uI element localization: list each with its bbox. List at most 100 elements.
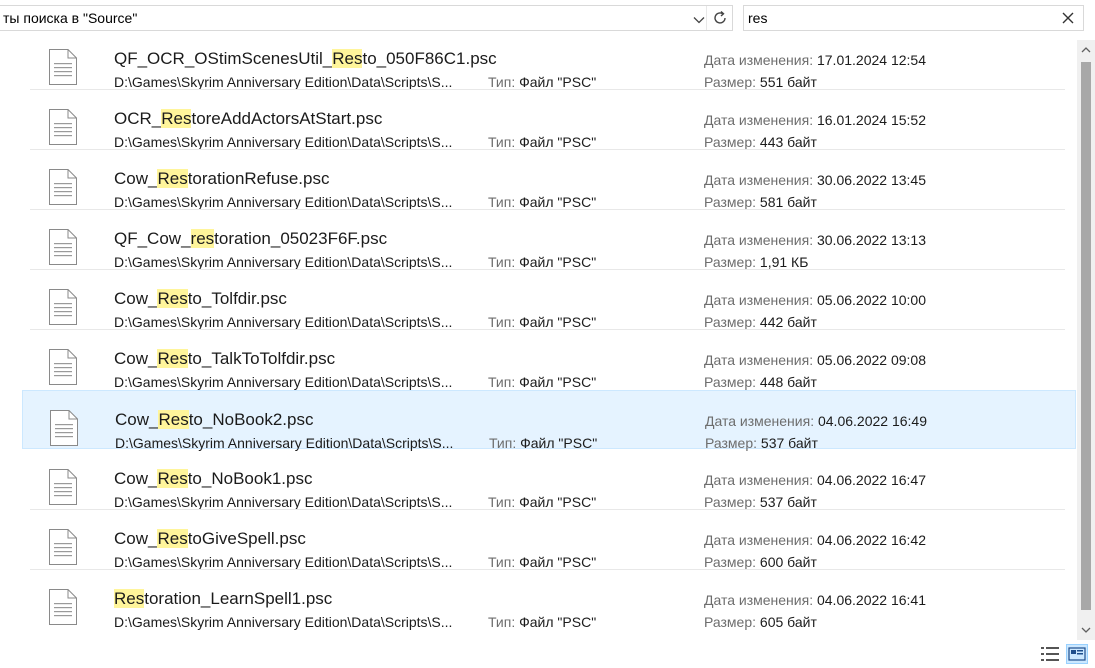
close-icon[interactable] — [1061, 11, 1075, 25]
file-name[interactable]: Cow_Resto_NoBook2.psc — [115, 410, 313, 430]
date-value: 05.06.2022 10:00 — [816, 292, 926, 308]
file-name-suffix: to_NoBook1.psc — [187, 469, 313, 488]
file-date: Дата изменения: 16.01.2024 15:52 — [704, 112, 926, 128]
date-value: 30.06.2022 13:13 — [816, 232, 926, 248]
search-input[interactable] — [748, 8, 1048, 28]
file-row[interactable]: Cow_Resto_NoBook2.psc D:\Games\Skyrim Ann… — [22, 390, 1076, 451]
date-label: Дата изменения: — [704, 52, 814, 68]
type-label: Тип: — [488, 554, 516, 570]
details-view-icon[interactable] — [1040, 645, 1060, 663]
document-icon — [50, 410, 78, 446]
file-name[interactable]: Cow_Resto_NoBook1.psc — [114, 469, 312, 489]
file-name[interactable]: Cow_RestoGiveSpell.psc — [114, 529, 306, 549]
file-name[interactable]: Cow_Resto_Tolfdir.psc — [114, 289, 287, 309]
search-box[interactable] — [743, 5, 1084, 31]
type-value: Файл "PSC" — [520, 435, 598, 451]
date-label: Дата изменения: — [705, 413, 815, 429]
tiles-view-button[interactable] — [1066, 644, 1088, 664]
type-label: Тип: — [488, 74, 516, 90]
file-row[interactable]: QF_OCR_OStimScenesUtil_Resto_050F86C1.ps… — [22, 40, 1076, 90]
search-match-highlight: Res — [157, 529, 188, 548]
file-name[interactable]: Cow_RestorationRefuse.psc — [114, 169, 329, 189]
size-label: Размер: — [704, 314, 757, 330]
file-name[interactable]: QF_Cow_restoration_05023F6F.psc — [114, 229, 387, 249]
type-value: Файл "PSC" — [519, 134, 597, 150]
file-path: D:\Games\Skyrim Anniversary Edition\Data… — [114, 134, 453, 150]
type-label: Тип: — [488, 374, 516, 390]
document-icon — [49, 589, 77, 625]
type-value: Файл "PSC" — [519, 554, 597, 570]
search-match-highlight: Res — [157, 469, 188, 488]
file-path: D:\Games\Skyrim Anniversary Edition\Data… — [114, 554, 453, 570]
file-name-prefix: Cow_ — [114, 289, 158, 308]
file-size: Размер: 537 байт — [704, 494, 817, 510]
file-type: Тип: Файл "PSC" — [488, 554, 596, 570]
document-icon — [49, 169, 77, 205]
date-label: Дата изменения: — [704, 172, 814, 188]
document-icon — [49, 289, 77, 325]
scroll-up-button[interactable] — [1077, 40, 1095, 60]
size-label: Размер: — [704, 134, 757, 150]
file-row[interactable]: QF_Cow_restoration_05023F6F.psc D:\Games\… — [22, 210, 1076, 270]
size-label: Размер: — [704, 494, 757, 510]
file-name[interactable]: Cow_Resto_TalkToTolfdir.psc — [114, 349, 335, 369]
chevron-down-icon — [1081, 627, 1091, 633]
size-value: 448 байт — [759, 374, 817, 390]
size-label: Размер: — [705, 435, 758, 451]
search-match-highlight: Res — [158, 410, 189, 429]
vertical-scrollbar[interactable] — [1077, 40, 1095, 640]
type-value: Файл "PSC" — [519, 494, 597, 510]
file-type: Тип: Файл "PSC" — [488, 254, 596, 270]
file-name-suffix: toGiveSpell.psc — [187, 529, 306, 548]
file-row[interactable]: Cow_RestoGiveSpell.psc D:\Games\Skyrim An… — [22, 510, 1076, 570]
date-value: 30.06.2022 13:45 — [816, 172, 926, 188]
file-size: Размер: 537 байт — [705, 435, 818, 451]
search-match-highlight: res — [190, 229, 215, 248]
address-bar[interactable]: ты поиска в "Source" — [0, 5, 733, 31]
file-size: Размер: 443 байт — [704, 134, 817, 150]
refresh-icon — [714, 10, 726, 24]
size-label: Размер: — [704, 374, 757, 390]
scroll-down-button[interactable] — [1077, 620, 1095, 640]
document-icon — [49, 49, 77, 85]
file-path: D:\Games\Skyrim Anniversary Edition\Data… — [114, 374, 453, 390]
date-value: 04.06.2022 16:42 — [816, 532, 926, 548]
file-name-suffix: to_NoBook2.psc — [188, 410, 314, 429]
file-row[interactable]: Cow_Resto_Tolfdir.psc D:\Games\Skyrim Ann… — [22, 270, 1076, 330]
file-name-prefix: Cow_ — [114, 469, 158, 488]
file-type: Тип: Файл "PSC" — [488, 614, 596, 630]
date-label: Дата изменения: — [704, 472, 814, 488]
file-name-prefix: Cow_ — [115, 410, 159, 429]
file-path: D:\Games\Skyrim Anniversary Edition\Data… — [114, 314, 453, 330]
file-date: Дата изменения: 05.06.2022 10:00 — [704, 292, 926, 308]
file-name[interactable]: Restoration_LearnSpell1.psc — [114, 589, 332, 609]
file-row[interactable]: Cow_Resto_TalkToTolfdir.psc D:\Games\Skyr… — [22, 330, 1076, 390]
date-label: Дата изменения: — [704, 592, 814, 608]
size-label: Размер: — [704, 194, 757, 210]
size-value: 442 байт — [759, 314, 817, 330]
type-value: Файл "PSC" — [519, 74, 597, 90]
date-label: Дата изменения: — [704, 292, 814, 308]
file-name[interactable]: QF_OCR_OStimScenesUtil_Resto_050F86C1.ps… — [114, 49, 497, 69]
chevron-down-icon[interactable] — [693, 14, 705, 26]
file-row[interactable]: OCR_RestoreAddActorsAtStart.psc D:\Games\… — [22, 90, 1076, 150]
file-name[interactable]: OCR_RestoreAddActorsAtStart.psc — [114, 109, 382, 129]
file-row[interactable]: Cow_RestorationRefuse.psc D:\Games\Skyrim… — [22, 150, 1076, 210]
file-row[interactable]: Restoration_LearnSpell1.psc D:\Games\Skyr… — [22, 570, 1076, 630]
size-value: 537 байт — [760, 435, 818, 451]
file-row[interactable]: Cow_Resto_NoBook1.psc D:\Games\Skyrim Ann… — [22, 450, 1076, 510]
type-label: Тип: — [488, 314, 516, 330]
refresh-button[interactable] — [706, 6, 733, 30]
file-date: Дата изменения: 04.06.2022 16:41 — [704, 592, 926, 608]
search-match-highlight: Res — [161, 109, 192, 128]
file-size: Размер: 1,91 КБ — [704, 254, 808, 270]
file-type: Тип: Файл "PSC" — [488, 74, 596, 90]
date-value: 16.01.2024 15:52 — [816, 112, 926, 128]
size-value: 1,91 КБ — [759, 254, 809, 270]
scroll-thumb[interactable] — [1081, 62, 1091, 610]
type-value: Файл "PSC" — [519, 194, 597, 210]
type-label: Тип: — [488, 614, 516, 630]
search-match-highlight: Res — [114, 589, 145, 608]
file-path: D:\Games\Skyrim Anniversary Edition\Data… — [115, 435, 454, 451]
file-size: Размер: 581 байт — [704, 194, 817, 210]
